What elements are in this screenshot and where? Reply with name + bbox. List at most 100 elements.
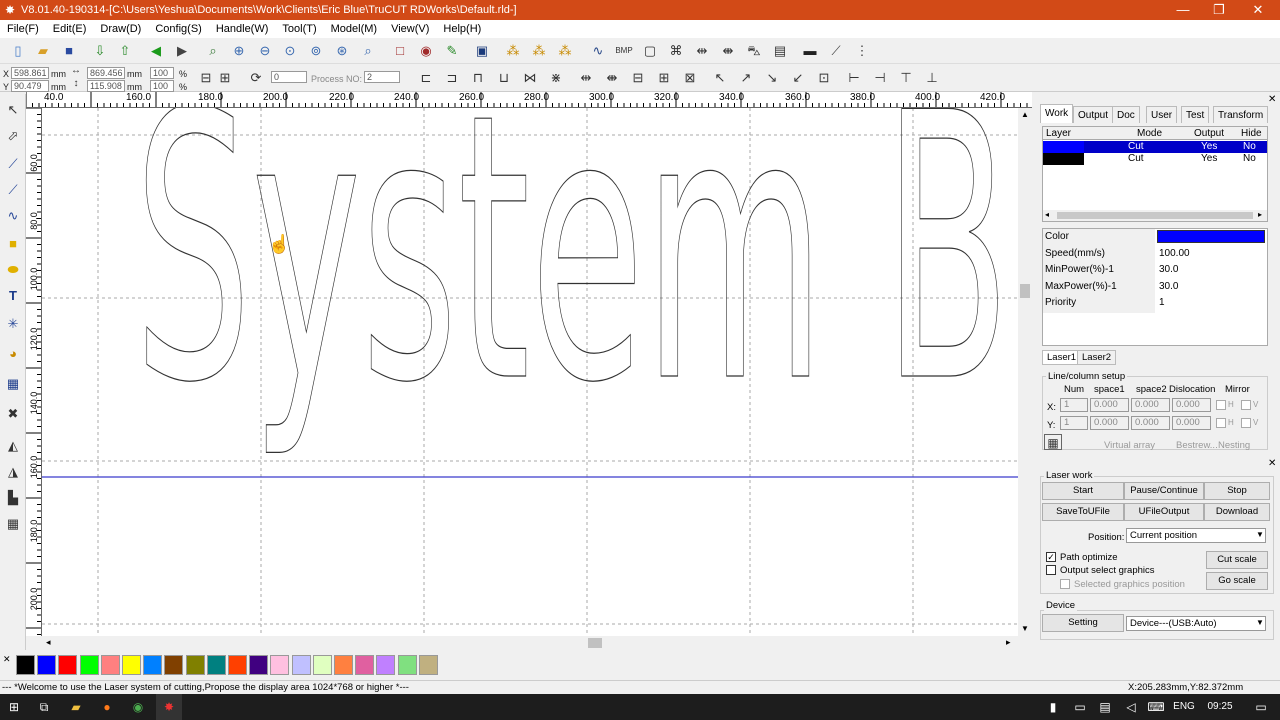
layer-table-scrollbar[interactable]: ◂ ▸ xyxy=(1043,210,1267,221)
close-button[interactable]: ✕ xyxy=(1240,0,1276,20)
task-view-icon[interactable]: ⧉ xyxy=(31,694,57,720)
laser-panel-close-icon[interactable]: ✕ xyxy=(1268,458,1276,469)
rotate-icon[interactable]: ⟳ xyxy=(246,68,266,88)
height-input[interactable]: 115.908 xyxy=(87,80,125,92)
palette-swatch[interactable] xyxy=(334,655,353,675)
same-height-icon[interactable]: ⊞ xyxy=(654,68,674,88)
text-tool-icon[interactable]: T xyxy=(3,286,23,306)
ufile-output-button[interactable]: UFileOutput xyxy=(1124,503,1204,521)
palette-swatch[interactable] xyxy=(37,655,57,675)
scroll-left-icon[interactable]: ◂ xyxy=(46,637,51,648)
align-bottom-icon[interactable]: ⊔ xyxy=(494,68,514,88)
clock[interactable]: 09:25 xyxy=(1200,694,1240,720)
fill-icon[interactable]: ◕ xyxy=(3,344,23,364)
palette-swatch[interactable] xyxy=(164,655,184,675)
bestrew-button[interactable]: Bestrew... xyxy=(1176,440,1218,451)
volume-icon[interactable]: ◁ xyxy=(1118,694,1144,720)
width-percent-input[interactable]: 100 xyxy=(150,67,174,79)
select-rect-icon[interactable]: □ xyxy=(390,41,410,61)
move-bottom-left-icon[interactable]: ↙ xyxy=(788,68,808,88)
table-row[interactable]: Cut Yes No xyxy=(1043,153,1267,165)
process-no-input[interactable]: 2 xyxy=(364,71,400,83)
restore-button[interactable]: ❐ xyxy=(1201,0,1237,20)
go-scale-button[interactable]: Go scale xyxy=(1206,572,1268,590)
rect-frame-icon[interactable]: ▢ xyxy=(640,41,660,61)
align-left-icon[interactable]: ⊏ xyxy=(416,68,436,88)
prop-priority-value[interactable]: 1 xyxy=(1159,297,1165,309)
language-icon[interactable]: ⌨ xyxy=(1143,694,1169,720)
bmp-icon[interactable]: BMP xyxy=(614,41,634,61)
menu-help[interactable]: Help(H) xyxy=(436,23,488,35)
language-label[interactable]: ENG xyxy=(1168,694,1200,720)
prop-minpower-value[interactable]: 30.0 xyxy=(1159,264,1178,276)
scroll-up-icon[interactable]: ▲ xyxy=(1021,110,1029,119)
ruler-right-icon[interactable]: ⊣ xyxy=(870,68,890,88)
horizontal-scroll-thumb[interactable] xyxy=(588,638,602,648)
curve-icon[interactable]: ∿ xyxy=(588,41,608,61)
outline-text-system[interactable]: System Ba xyxy=(133,108,1018,463)
zoom-out-icon[interactable]: ⊖ xyxy=(255,41,275,61)
redo-icon[interactable]: ▶ xyxy=(172,41,192,61)
move-top-left-icon[interactable]: ↖ xyxy=(710,68,730,88)
lock-ratio-icon[interactable]: ⊟ xyxy=(196,68,216,88)
drawing-canvas[interactable]: System Ba ☝ xyxy=(42,108,1018,636)
node-edit-icon[interactable]: ◉ xyxy=(416,41,436,61)
tab-work[interactable]: Work xyxy=(1040,104,1074,123)
array-x-mirror-h-checkbox[interactable] xyxy=(1216,400,1226,410)
prop-speed-value[interactable]: 100.00 xyxy=(1159,248,1190,260)
line-icon[interactable]: ⟋ xyxy=(3,154,23,174)
grid-array-icon[interactable]: ▦ xyxy=(3,374,23,394)
palette-swatch[interactable] xyxy=(397,655,417,675)
vertical-scroll-thumb[interactable] xyxy=(1020,284,1030,298)
move-center-icon[interactable]: ⊡ xyxy=(814,68,834,88)
position-select[interactable]: Current position xyxy=(1126,528,1266,543)
array-x-dislocation[interactable]: 0.000 xyxy=(1172,398,1211,412)
palette-swatch[interactable] xyxy=(16,655,35,675)
zoom-fit-icon[interactable]: ⊙ xyxy=(280,41,300,61)
panel-close-icon[interactable]: ✕ xyxy=(1268,94,1276,105)
curve-draw-icon[interactable]: ∿ xyxy=(3,206,23,226)
import-icon[interactable]: ⇩ xyxy=(90,41,110,61)
network-icon[interactable]: ▤ xyxy=(1092,694,1118,720)
rectangle-icon[interactable]: ■ xyxy=(3,234,23,254)
menu-edit[interactable]: Edit(E) xyxy=(46,23,94,35)
delete-icon[interactable]: ✖ xyxy=(3,404,23,424)
palette-swatch[interactable] xyxy=(122,655,141,675)
layer-icon[interactable]: ▙ xyxy=(3,488,23,508)
tab-transform[interactable]: Transform xyxy=(1213,106,1269,123)
align-hcenter-icon[interactable]: ⋈ xyxy=(520,68,540,88)
measure-v-icon[interactable]: ⇼ xyxy=(718,41,738,61)
pen-tool-icon[interactable]: ✎ xyxy=(442,41,462,61)
vertical-scrollbar[interactable]: ▲ ▼ xyxy=(1018,108,1032,636)
tab-laser1[interactable]: Laser1 xyxy=(1042,350,1082,365)
menu-config[interactable]: Config(S) xyxy=(148,23,208,35)
selected-position-checkbox[interactable] xyxy=(1060,579,1070,589)
group-icon[interactable]: ⁂ xyxy=(503,41,523,61)
same-width-icon[interactable]: ⊟ xyxy=(628,68,648,88)
zoom-page-icon[interactable]: ⊚ xyxy=(306,41,326,61)
scale-icon[interactable]: ⊞ xyxy=(215,68,235,88)
ungroup-icon[interactable]: ⁂ xyxy=(529,41,549,61)
path-optimize-checkbox[interactable]: ✓ xyxy=(1046,552,1056,562)
car-icon[interactable]: ⛍ xyxy=(744,41,764,61)
palette-swatch[interactable] xyxy=(185,655,205,675)
zoom-tool-icon[interactable]: ⌕ xyxy=(203,41,223,61)
prop-maxpower-value[interactable]: 30.0 xyxy=(1159,281,1178,293)
save-icon[interactable]: ■ xyxy=(59,41,79,61)
array-y-num[interactable]: 1 xyxy=(1060,416,1088,430)
windows-start-icon[interactable]: ⊞ xyxy=(1,694,27,720)
array-y-mirror-h-checkbox[interactable] xyxy=(1216,418,1226,428)
palette-swatch[interactable] xyxy=(143,655,163,675)
tab-doc[interactable]: Doc xyxy=(1112,106,1140,123)
minimize-button[interactable]: — xyxy=(1165,0,1201,20)
mirror-v-icon[interactable]: ◮ xyxy=(3,462,23,482)
virtual-array-button[interactable]: Virtual array xyxy=(1104,440,1155,451)
monitor-icon[interactable]: ▣ xyxy=(472,41,492,61)
array-icon[interactable]: ⋮ xyxy=(852,41,872,61)
frame-icon[interactable]: ▤ xyxy=(770,41,790,61)
undo-icon[interactable]: ◀ xyxy=(146,41,166,61)
array-grid-icon[interactable]: ▦ xyxy=(1044,434,1062,450)
ruler-bottom-icon[interactable]: ⊥ xyxy=(922,68,942,88)
start-button[interactable]: Start xyxy=(1042,482,1124,500)
open-folder-icon[interactable]: ▰ xyxy=(33,41,53,61)
